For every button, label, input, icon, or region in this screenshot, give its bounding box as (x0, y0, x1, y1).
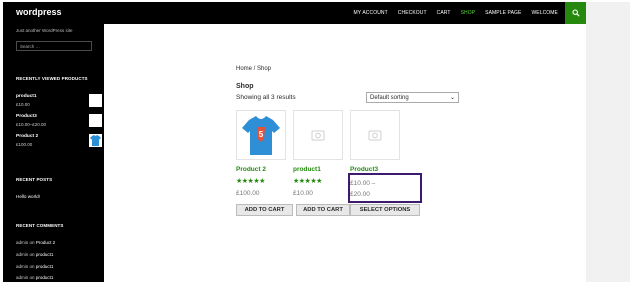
tshirt-icon: 5 (242, 116, 280, 155)
recent-comment: admin on product1 (16, 264, 53, 269)
product-card: Product3 £10.00 – £20.00 SELECT OPTIONS (350, 110, 420, 216)
recently-viewed-price: £100.00 (16, 142, 33, 147)
comment-post-link[interactable]: product1 (36, 252, 54, 257)
recent-posts-title: RECENT POSTS (16, 177, 53, 182)
recently-viewed-price: £10.00–£20.00 (16, 122, 47, 127)
site-tagline: Just another WordPress site (16, 28, 73, 33)
star-rating: ★★★★★ (293, 178, 322, 185)
product-card: 5 Product 2 ★★★★★ £100.00 ADD TO CART (236, 110, 293, 216)
nav-checkout[interactable]: CHECKOUT (398, 10, 427, 16)
sidebar: Just another WordPress site Search … REC… (3, 24, 104, 282)
add-to-cart-button[interactable]: ADD TO CART (236, 204, 293, 216)
nav-welcome[interactable]: WELCOME (531, 10, 558, 16)
comment-on-text: on (29, 275, 35, 280)
product-thumbnail[interactable] (89, 94, 102, 107)
tshirt-thumbnail[interactable] (89, 134, 102, 147)
sidebar-search-input[interactable]: Search … (16, 41, 92, 51)
product-image-placeholder[interactable] (350, 110, 400, 160)
page-margin (586, 2, 630, 282)
nav-sample-page[interactable]: SAMPLE PAGE (485, 10, 521, 16)
comment-author[interactable]: admin (16, 240, 28, 245)
product-price: £10.00 (293, 190, 313, 197)
browser-viewport: wordpress MY ACCOUNT CHECKOUT CART SHOP … (3, 2, 630, 282)
svg-text:5: 5 (259, 130, 264, 139)
comment-author[interactable]: admin (16, 264, 28, 269)
product-name[interactable]: product1 (293, 166, 321, 173)
recently-viewed-title: RECENTLY VIEWED PRODUCTS (16, 76, 88, 81)
search-icon (571, 9, 580, 17)
recent-post-link[interactable]: Hello world! (16, 194, 40, 199)
product-card: product1 ★★★★★ £10.00 ADD TO CART (293, 110, 350, 216)
recently-viewed-name[interactable]: Product 2 (16, 134, 38, 139)
comment-post-link[interactable]: product1 (36, 275, 54, 280)
recently-viewed-item[interactable]: Product3 £10.00–£20.00 (16, 114, 102, 130)
recent-comments-title: RECENT COMMENTS (16, 223, 64, 228)
comment-author[interactable]: admin (16, 252, 28, 257)
chevron-down-icon: ⌄ (449, 95, 455, 101)
recent-comment: admin on Product 2 (16, 240, 55, 245)
recently-viewed-name[interactable]: Product3 (16, 114, 37, 119)
nav-shop[interactable]: SHOP (461, 10, 476, 16)
site-title[interactable]: wordpress (16, 7, 62, 17)
comment-on-text: on (29, 252, 35, 257)
product-price: £100.00 (236, 190, 260, 197)
image-placeholder-icon (368, 130, 382, 141)
recent-comment: admin on product1 (16, 275, 53, 280)
recently-viewed-price: £10.00 (16, 102, 30, 107)
page-title: Shop (236, 83, 254, 90)
image-placeholder-icon (311, 130, 325, 141)
comment-author[interactable]: admin (16, 275, 28, 280)
result-count: Showing all 3 results (236, 94, 296, 101)
product-thumbnail[interactable] (89, 114, 102, 127)
site-header: wordpress MY ACCOUNT CHECKOUT CART SHOP … (3, 2, 586, 24)
recently-viewed-name[interactable]: product1 (16, 94, 37, 99)
recently-viewed-item[interactable]: product1 £10.00 (16, 94, 102, 110)
breadcrumb[interactable]: Home / Shop (236, 66, 271, 72)
product-name[interactable]: Product3 (350, 166, 378, 173)
primary-nav: MY ACCOUNT CHECKOUT CART SHOP SAMPLE PAG… (354, 2, 558, 24)
product-image-placeholder[interactable] (293, 110, 343, 160)
comment-on-text: on (29, 264, 35, 269)
nav-cart[interactable]: CART (437, 10, 451, 16)
sort-select[interactable]: Default sorting ⌄ (366, 92, 459, 103)
tshirt-icon (90, 135, 101, 146)
comment-on-text: on (29, 240, 35, 245)
recently-viewed-item[interactable]: Product 2 £100.00 (16, 134, 102, 150)
comment-post-link[interactable]: Product 2 (36, 240, 55, 245)
header-search-button[interactable] (565, 2, 586, 24)
price-highlight-box (348, 173, 422, 203)
sort-selected-value: Default sorting (370, 95, 409, 101)
star-rating: ★★★★★ (236, 178, 265, 185)
recent-comment: admin on product1 (16, 252, 53, 257)
product-name[interactable]: Product 2 (236, 166, 266, 173)
product-image[interactable]: 5 (236, 110, 286, 160)
comment-post-link[interactable]: product1 (36, 264, 54, 269)
select-options-button[interactable]: SELECT OPTIONS (350, 204, 420, 216)
main-content: Home / Shop Shop Showing all 3 results D… (104, 24, 586, 282)
add-to-cart-button[interactable]: ADD TO CART (296, 204, 350, 216)
nav-my-account[interactable]: MY ACCOUNT (354, 10, 388, 16)
